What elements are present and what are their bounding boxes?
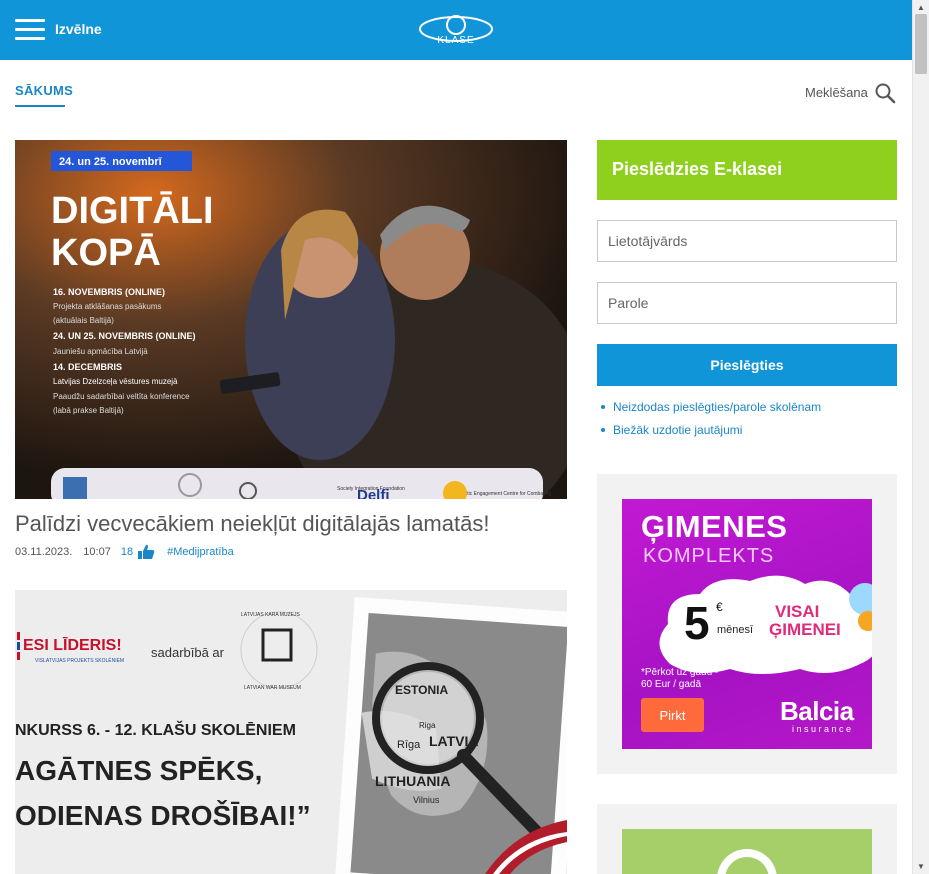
ad-price: 5 [684,597,710,649]
top-bar: Izvēlne KLASE [0,0,912,60]
map-label-riga: Rīga [397,739,421,751]
poster-line-8: Paaudžu sadarbībai veltīta konference [53,392,190,401]
article-image-esi-lideris[interactable]: ESTONIA Riga Rīga LATVIA LITHUANIA Vilni… [15,590,567,874]
search-icon[interactable] [874,82,896,104]
poster-badge-sub: VISLATVIJAS PROJEKTS SKOLĒNIEM [35,657,124,664]
sponsor-text-3: Baltic Engagement Centre for Combating [460,491,551,497]
article-date: 03.11.2023. [15,546,73,558]
ad-banner-2[interactable] [622,829,872,874]
poster-line-6: 14. DECEMBRIS [53,362,122,372]
ad-note-line-1: *Pērkot uz gadu - [641,667,719,678]
sponsor-text-2: Delfi [357,487,390,499]
poster-badge-esi-lideris: ESI LĪDERIS! [23,635,122,654]
poster-line-4: 24. UN 25. NOVEMBRIS (ONLINE) [53,331,196,341]
poster-headline-1: DIGITĀLI [51,190,214,232]
search-label[interactable]: Meklēšana [805,85,868,100]
poster-line-3: (aktuālais Baltijā) [53,316,114,325]
nav-home-link[interactable]: SĀKUMS [15,83,73,98]
login-title: Pieslēdzies E-klasei [612,159,783,179]
poster-with-text: sadarbībā ar [151,645,225,660]
poster-museum-name: LATVIJAS KARA MUZEJS [241,612,300,618]
login-help-links: Neizdodas pieslēgties/parole skolēnam Bi… [600,400,821,446]
login-help-link-student-password[interactable]: Neizdodas pieslēgties/parole skolēnam [600,400,821,414]
poster-headline-2: KOPĀ [51,232,161,274]
ad-visai-gimenei: VISAI ĢIMENEI [769,603,841,639]
login-button[interactable]: Pieslēgties [597,344,897,386]
password-input[interactable] [597,282,897,324]
ad-title-2: KOMPLEKTS [643,545,775,567]
page: Izvēlne KLASE ▲ ▼ SĀKUMS Meklēšana Socie… [0,0,929,874]
map-label-estonia: ESTONIA [395,683,448,697]
menu-hamburger-icon[interactable] [15,19,45,41]
poster-line-5: Jauniešu apmācība Latvijā [53,347,148,356]
login-header: Pieslēdzies E-klasei [597,140,897,200]
scroll-down-arrow-icon[interactable]: ▼ [917,862,925,871]
login-help-link-faq[interactable]: Biežāk uzdotie jautājumi [600,423,821,437]
eklase-logo[interactable]: KLASE [416,12,496,48]
poster-museum-en: LATVIAN WAR MUSEUM [244,685,301,691]
article-time: 10:07 [83,546,111,558]
poster-line-2: Projekta atklāšanas pasākums [53,302,162,311]
balcia-ad-banner[interactable]: ĢIMENES KOMPLEKTS 5 € mēnesī VISAI ĢIMEN… [622,499,872,749]
article-tag[interactable]: #Medijpratība [167,546,234,558]
map-label-riga-small: Riga [419,721,436,730]
ad-brand-sub: insurance [792,724,854,734]
scroll-up-arrow-icon[interactable]: ▲ [917,3,925,12]
scrollbar[interactable]: ▲ ▼ [912,0,929,874]
poster-date-badge: 24. un 25. novembrī [59,156,163,168]
ad-buy-button[interactable]: Pirkt [641,698,704,732]
map-label-latvia: LATVIA [429,733,479,749]
article-title[interactable]: Palīdzi vecvecākiem neiekļūt digitālajās… [15,511,567,537]
poster-line-1: NKURSS 6. - 12. KLAŠU SKOLĒNIEM [15,720,296,739]
poster-line-1: 16. NOVEMBRIS (ONLINE) [53,287,165,297]
ad-container-2 [597,804,897,874]
poster-line-3: ODIENAS DROŠĪBAI!” [15,799,311,831]
ad-currency: € [716,600,723,614]
menu-label[interactable]: Izvēlne [55,21,102,37]
ad-note-line-2: 60 Eur / gadā [641,679,702,690]
likes-count: 18 [120,546,134,558]
ad-period: mēnesī [717,624,754,636]
ad-visai-line-1: VISAI [775,602,820,621]
article-likes[interactable]: 18 [121,544,155,560]
ad-visai-line-2: ĢIMENEI [769,620,841,639]
poster-line-2: AGĀTNES SPĒKS, [15,755,262,786]
ad-title-1: ĢIMENES [641,509,788,544]
poster-line-7: Latvijas Dzelzceļa vēstures muzejā [53,377,178,386]
ad-container: ĢIMENES KOMPLEKTS 5 € mēnesī VISAI ĢIMEN… [597,474,897,774]
logo-text: KLASE [437,35,474,46]
nav-active-underline [15,105,65,107]
ad-note: *Pērkot uz gadu - 60 Eur / gadā [641,667,718,691]
map-label-lithuania: LITHUANIA [375,773,450,789]
scroll-thumb[interactable] [915,14,927,74]
map-label-vilnius: Vilnius [413,795,440,805]
thumbs-up-icon[interactable] [137,544,155,560]
username-input[interactable] [597,220,897,262]
article-meta: 03.11.2023. 10:07 18 #Medijpratība [15,544,234,560]
article-image-digitali-kopa[interactable]: Society Integration Foundation Delfi Bal… [15,140,567,499]
poster-line-9: (labā prakse Baltijā) [53,406,124,415]
ad-brand-logo: Balcia [780,696,854,726]
